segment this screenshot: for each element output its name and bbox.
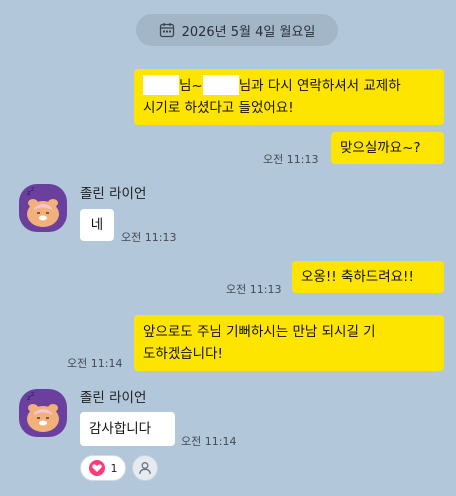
message-text: 님과 다시 연락하셔서 교제하 <box>238 78 401 94</box>
date-divider: 2026년 5월 4일 월요일 <box>136 14 338 46</box>
sender-name: 졸린 라이언 <box>80 186 147 202</box>
message-text: 님~ <box>179 78 203 94</box>
svg-text:z: z <box>31 391 34 398</box>
message-bubble-3[interactable]: 네 <box>80 209 114 241</box>
message-text: 감사합니다 <box>89 421 152 437</box>
avatar[interactable]: z z <box>19 184 67 232</box>
date-text: 2026년 5월 4일 월요일 <box>181 24 316 40</box>
message-time: 오전 11:13 <box>226 283 282 296</box>
heart-reaction-button[interactable]: 1 <box>80 455 126 481</box>
message-text: 앞으로도 주님 기뻐하시는 만남 되시길 기 <box>143 324 376 340</box>
message-text: 맞으실까요~? <box>340 140 421 156</box>
heart-icon <box>88 460 105 476</box>
heart-count: 1 <box>110 461 118 475</box>
redacted-name <box>202 75 239 95</box>
message-bubble-5[interactable]: 앞으로도 주님 기뻐하시는 만남 되시길 기 도하겠습니다! <box>134 315 444 371</box>
add-reaction-button[interactable] <box>132 455 158 481</box>
message-text: 오옹!! 축하드려요!! <box>301 269 414 285</box>
calendar-icon <box>159 23 174 38</box>
message-time: 오전 11:13 <box>121 231 177 244</box>
avatar[interactable]: z z <box>19 389 67 437</box>
message-time: 오전 11:14 <box>67 357 123 370</box>
message-text: 네 <box>90 217 104 233</box>
message-time: 오전 11:14 <box>181 435 237 448</box>
svg-text:z: z <box>31 186 34 193</box>
message-line: 님~ 님과 다시 연락하셔서 교제하 <box>143 75 435 97</box>
message-bubble-6[interactable]: 감사합니다 <box>80 412 175 446</box>
message-text: 도하겠습니다! <box>143 346 223 362</box>
person-icon <box>139 462 151 475</box>
redacted-name <box>143 75 179 95</box>
message-bubble-2[interactable]: 맞으실까요~? <box>331 132 444 164</box>
message-bubble-4[interactable]: 오옹!! 축하드려요!! <box>292 261 444 293</box>
message-bubble-1[interactable]: 님~ 님과 다시 연락하셔서 교제하 시기로 하셨다고 들었어요! <box>134 69 444 125</box>
ryan-character-icon: z z <box>27 186 59 227</box>
ryan-character-icon: z z <box>27 391 59 432</box>
message-time: 오전 11:13 <box>263 153 319 166</box>
sender-name: 졸린 라이언 <box>80 390 147 406</box>
message-text: 시기로 하셨다고 들었어요! <box>143 100 294 116</box>
